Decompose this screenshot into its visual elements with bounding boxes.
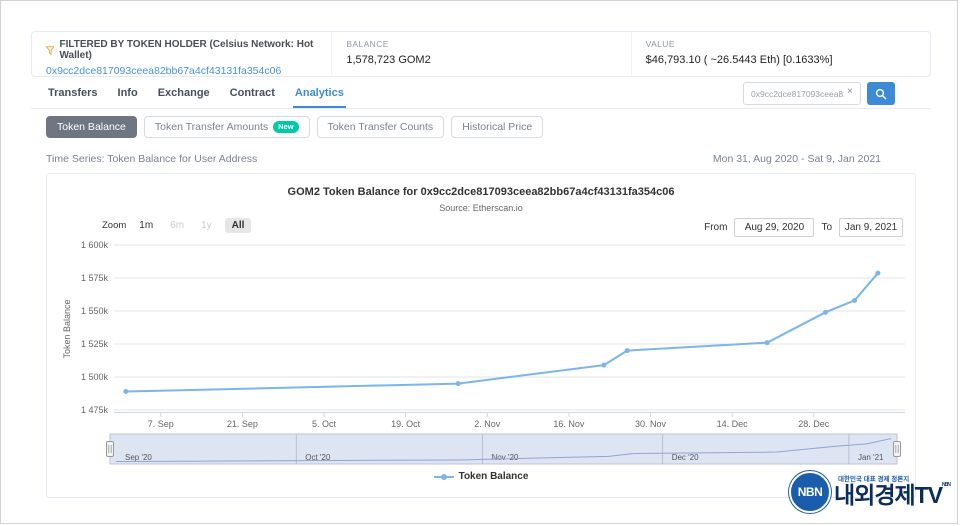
clear-search-icon[interactable]: × [847,87,853,97]
series-header: Time Series: Token Balance for User Addr… [46,153,881,165]
svg-text:1 500k: 1 500k [81,372,109,382]
data-point[interactable] [601,362,607,368]
series-date-range: Mon 31, Aug 2020 - Sat 9, Jan 2021 [712,153,881,165]
svg-text:Dec '20: Dec '20 [672,453,699,462]
value-value: $46,793.10 ( ~26.5443 Eth) [0.1633%] [645,54,833,66]
search-input[interactable] [743,82,861,105]
svg-text:28. Dec: 28. Dec [798,419,830,429]
data-point[interactable] [764,340,770,346]
data-point[interactable] [624,348,630,354]
balance-label: BALANCE [346,39,389,49]
svg-text:1 550k: 1 550k [81,306,109,316]
nbn-logo-badge: NBN [789,471,831,513]
tab-exchange[interactable]: Exchange [156,85,212,108]
svg-text:Sep '20: Sep '20 [125,453,152,462]
svg-text:7. Sep: 7. Sep [148,419,174,429]
new-badge: New [273,121,299,133]
analytics-subtabs: Token Balance Token Transfer Amounts New … [46,116,544,138]
svg-text:Token Balance: Token Balance [62,299,72,358]
token-summary-card: FILTERED BY TOKEN HOLDER (Celsius Networ… [31,31,931,77]
nbn-logo-suffix: NBN [942,482,951,488]
value-cell: VALUE $46,793.10 ( ~26.5443 Eth) [0.1633… [630,32,930,76]
chart-canvas: 1 475k 1 500k 1 525k 1 550k 1 575k 1 600k Toke… [62,240,905,465]
subtab-label: Token Transfer Counts [327,121,434,133]
svg-text:21. Sep: 21. Sep [227,419,258,429]
subtab-label: Token Balance [57,121,126,133]
svg-text:5. Oct: 5. Oct [312,419,337,429]
tab-analytics[interactable]: Analytics [292,85,346,108]
legend-marker-icon [433,473,454,480]
svg-text:1 575k: 1 575k [81,273,109,283]
balance-cell: BALANCE 1,578,723 GOM2 [331,32,630,76]
value-label: VALUE [645,39,675,49]
holder-address-link[interactable]: 0x9cc2dce817093ceea82bb67a4cf43131fa354c… [46,65,281,77]
nbn-logo-name: 내외경제TVNBN [834,482,951,508]
filter-icon [46,45,55,55]
svg-text:Jan '21: Jan '21 [858,453,884,462]
page: FILTERED BY TOKEN HOLDER (Celsius Networ… [0,0,958,524]
data-point[interactable] [822,309,828,315]
legend-token-balance[interactable]: Token Balance [47,471,915,482]
svg-text:1 600k: 1 600k [81,240,109,250]
nbn-logo-name-text: 내외경제TV [834,482,943,508]
svg-text:30. Nov: 30. Nov [635,419,667,429]
svg-text:Nov '20: Nov '20 [491,453,518,462]
tab-contract[interactable]: Contract [228,85,277,108]
tab-transfers[interactable]: Transfers [46,85,100,108]
subtab-historical-price[interactable]: Historical Price [451,116,544,138]
search-icon [875,88,887,99]
svg-text:14. Dec: 14. Dec [717,419,749,429]
tab-info[interactable]: Info [116,85,140,108]
legend-label: Token Balance [458,471,529,482]
nbn-logo: NBN 대한민국 대표 경제 정론지 내외경제TVNBN [789,471,951,513]
series-title: Time Series: Token Balance for User Addr… [46,153,258,165]
svg-text:1 525k: 1 525k [81,339,109,349]
navigator-handle-right[interactable] [893,441,901,457]
subtab-label: Token Transfer Amounts [154,121,269,133]
subtab-token-transfer-amounts[interactable]: Token Transfer Amounts New [143,116,310,138]
navigator-handle-left[interactable] [106,441,114,457]
subtab-token-transfer-counts[interactable]: Token Transfer Counts [316,116,445,138]
filter-label-row: FILTERED BY TOKEN HOLDER (Celsius Networ… [46,39,331,61]
chart-card: GOM2 Token Balance for 0x9cc2dce817093ce… [46,173,916,498]
data-point[interactable] [123,389,129,395]
balance-value: 1,578,723 GOM2 [346,54,431,66]
search-group: × [743,82,895,105]
data-point[interactable] [455,381,461,387]
data-point[interactable] [852,297,858,303]
svg-text:2. Nov: 2. Nov [474,419,501,429]
filter-label: FILTERED BY TOKEN HOLDER (Celsius Networ… [59,39,314,61]
data-point[interactable] [875,270,881,276]
subtab-token-balance[interactable]: Token Balance [46,116,137,138]
svg-text:19. Oct: 19. Oct [391,419,421,429]
svg-text:16. Nov: 16. Nov [553,419,585,429]
subtab-label: Historical Price [462,121,533,133]
search-button[interactable] [867,82,895,105]
filter-cell: FILTERED BY TOKEN HOLDER (Celsius Networ… [32,32,331,77]
svg-text:1 475k: 1 475k [81,405,109,415]
